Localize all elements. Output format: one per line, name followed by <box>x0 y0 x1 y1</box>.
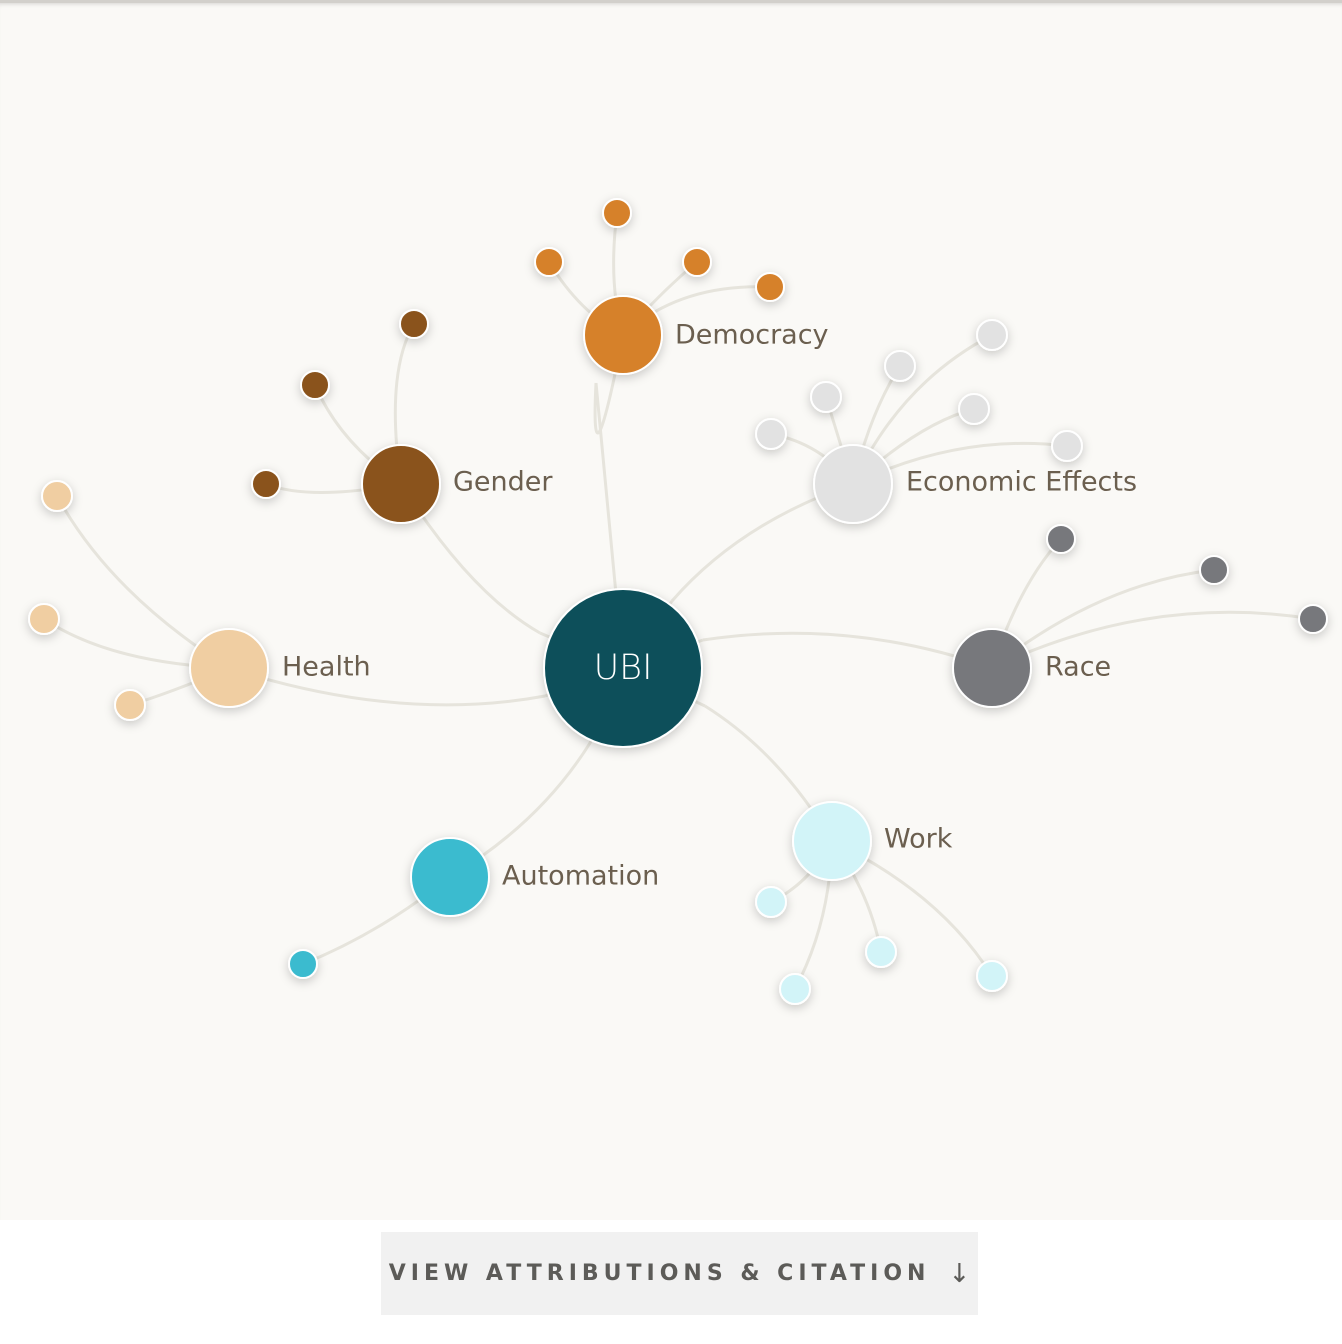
race-subtopic-node[interactable] <box>1298 604 1328 634</box>
gender-subtopic-node[interactable] <box>300 370 330 400</box>
view-attributions-button[interactable]: VIEW ATTRIBUTIONS & CITATION ↓ <box>381 1232 978 1315</box>
economic-effects-subtopic-node[interactable] <box>810 381 842 413</box>
work-subtopic-node[interactable] <box>865 936 897 968</box>
gender-label: Gender <box>453 467 553 498</box>
democracy-subtopic-node[interactable] <box>682 247 712 277</box>
automation-subtopic-node[interactable] <box>288 949 318 979</box>
health-subtopic-node[interactable] <box>41 480 73 512</box>
health-subtopic-node[interactable] <box>114 689 146 721</box>
race-node[interactable] <box>952 628 1032 708</box>
economic-effects-subtopic-node[interactable] <box>958 393 990 425</box>
democracy-subtopic-node[interactable] <box>534 247 564 277</box>
work-subtopic-node[interactable] <box>755 886 787 918</box>
democracy-subtopic-node[interactable] <box>602 198 632 228</box>
view-attributions-label: VIEW ATTRIBUTIONS & CITATION <box>388 1261 931 1286</box>
economic-effects-node[interactable] <box>813 444 893 524</box>
arrow-down-icon: ↓ <box>948 1258 971 1289</box>
economic-effects-subtopic-node[interactable] <box>976 319 1008 351</box>
gender-subtopic-node[interactable] <box>399 309 429 339</box>
automation-node[interactable] <box>410 837 490 917</box>
edge-health <box>228 666 546 707</box>
edge-race <box>702 631 993 670</box>
democracy-node[interactable] <box>583 295 663 375</box>
gender-node[interactable] <box>361 444 441 524</box>
economic-effects-label: Economic Effects <box>906 467 1137 498</box>
economic-effects-subtopic-node[interactable] <box>1051 430 1083 462</box>
race-subtopic-node[interactable] <box>1046 524 1076 554</box>
economic-effects-subtopic-node[interactable] <box>755 418 787 450</box>
automation-label: Automation <box>502 861 659 892</box>
ubi-center-label: UBI <box>594 648 653 688</box>
health-node[interactable] <box>189 628 269 708</box>
edge-race-child <box>991 610 1314 670</box>
economic-effects-subtopic-node[interactable] <box>884 350 916 382</box>
race-subtopic-node[interactable] <box>1199 555 1229 585</box>
work-subtopic-node[interactable] <box>779 973 811 1005</box>
health-label: Health <box>282 652 371 683</box>
democracy-label: Democracy <box>675 320 829 351</box>
graph-canvas: Democracy Gender Economic Effects Health Rac… <box>0 0 1342 1220</box>
topic-graph: Democracy Gender Economic Effects Health Rac… <box>28 198 1328 1005</box>
race-label: Race <box>1045 652 1111 683</box>
gender-subtopic-node[interactable] <box>251 469 281 499</box>
health-subtopic-node[interactable] <box>28 603 60 635</box>
work-label: Work <box>884 824 953 855</box>
work-subtopic-node[interactable] <box>976 960 1008 992</box>
work-node[interactable] <box>792 801 872 881</box>
democracy-subtopic-node[interactable] <box>755 272 785 302</box>
